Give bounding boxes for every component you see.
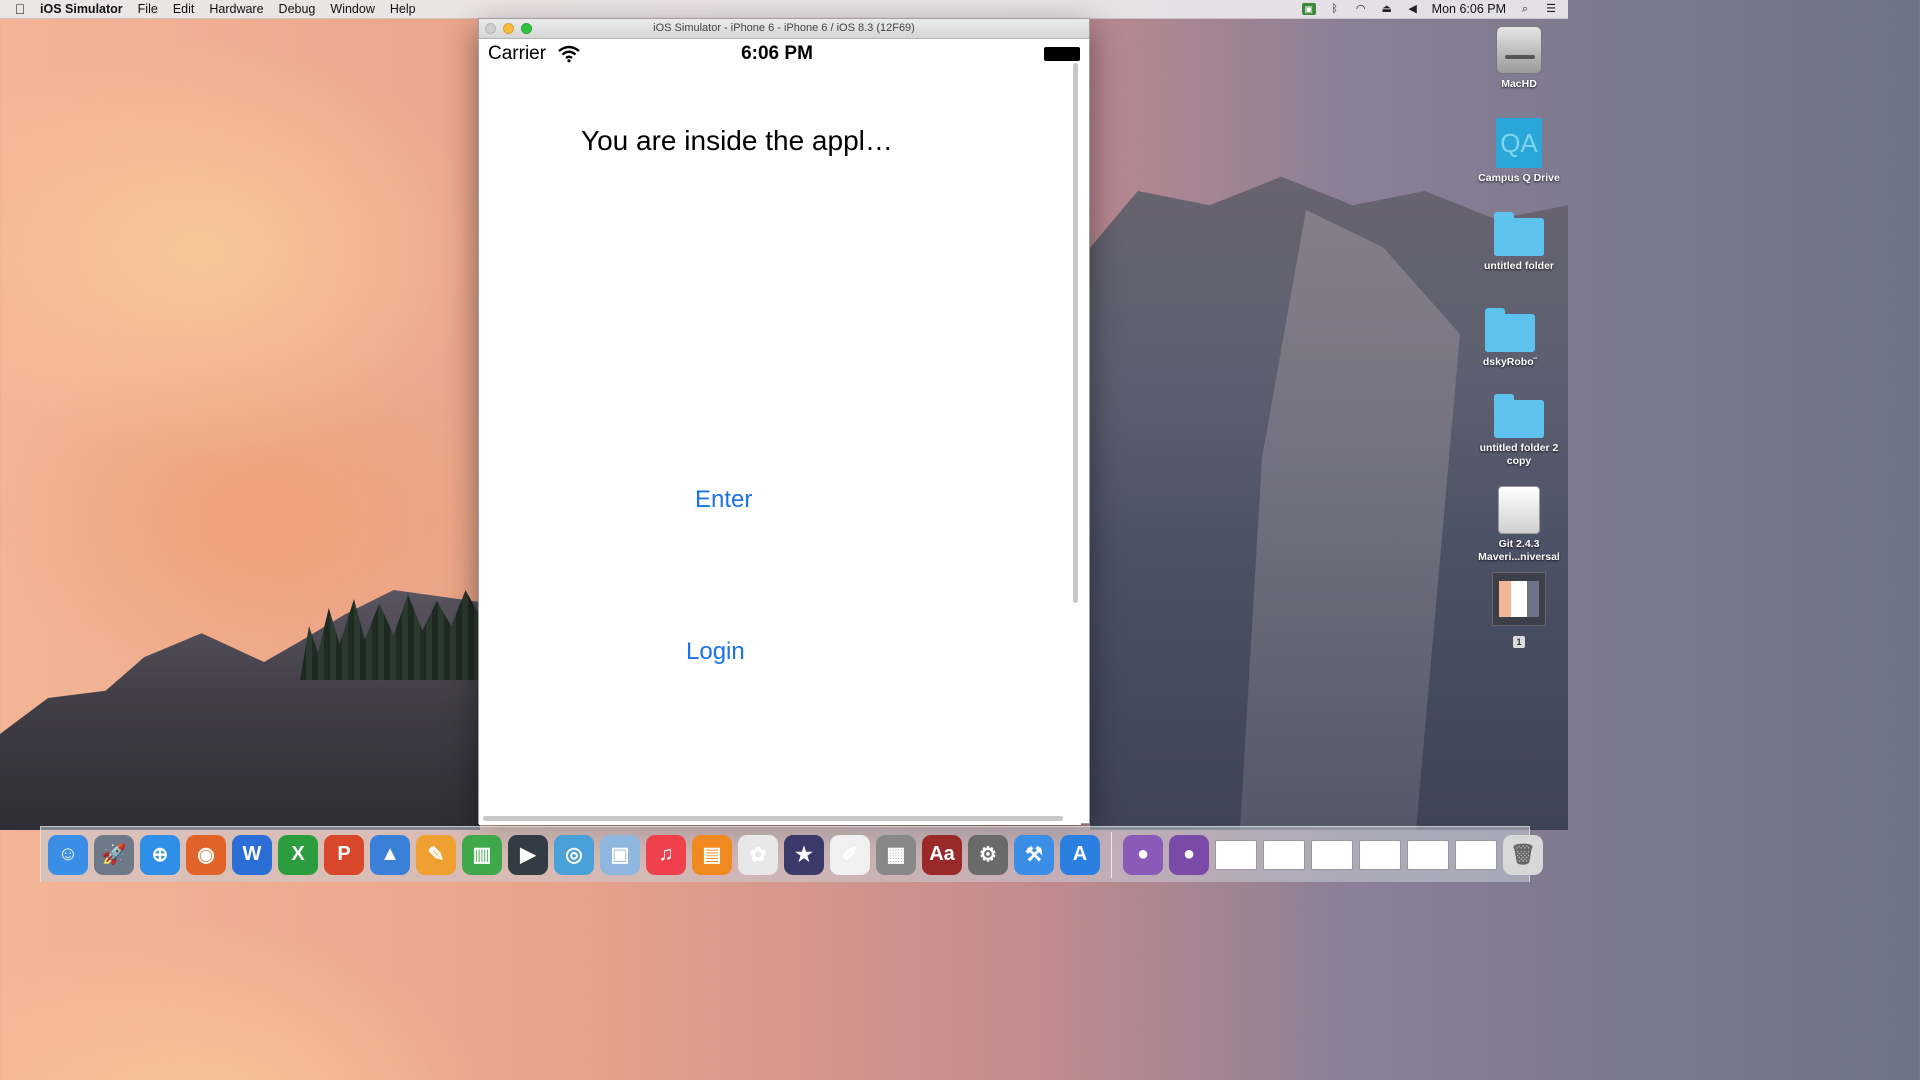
- itunes-icon[interactable]: ♫: [646, 834, 686, 875]
- menu-bar-clock[interactable]: Mon 6:06 PM: [1432, 2, 1506, 16]
- keynote-icon[interactable]: ▲: [370, 834, 410, 875]
- word-icon[interactable]: W: [232, 834, 272, 875]
- page-title: You are inside the appl…: [581, 125, 893, 156]
- xcode-icon[interactable]: ⚒: [1014, 834, 1054, 875]
- spotlight-search-icon[interactable]: ⌕: [1518, 3, 1532, 15]
- minimized-window-thumbnail[interactable]: [1455, 839, 1497, 870]
- menu-hardware[interactable]: Hardware: [209, 2, 263, 16]
- window-title: iOS Simulator - iPhone 6 - iPhone 6 / iO…: [653, 22, 915, 34]
- desktop-icon-git-installer[interactable]: Git 2.4.3 Maveri...niversal: [1471, 486, 1567, 564]
- window-controls: [485, 23, 532, 34]
- photos-icon[interactable]: ✿: [738, 834, 778, 875]
- hard-drive-icon: [1496, 26, 1542, 74]
- numbers-icon[interactable]: ▥: [462, 834, 502, 875]
- finder-icon[interactable]: ☺: [48, 834, 88, 875]
- minimized-window-thumbnail[interactable]: [1311, 839, 1353, 870]
- minimized-window-thumbnail[interactable]: [1263, 839, 1305, 870]
- folder-icon: [1485, 308, 1535, 352]
- excel-icon[interactable]: X: [278, 834, 318, 875]
- vertical-scrollbar[interactable]: [1073, 63, 1078, 603]
- menu-edit[interactable]: Edit: [173, 2, 195, 16]
- menu-bar:  iOS Simulator File Edit Hardware Debug…: [0, 0, 1568, 19]
- desktop-icon-label: dskyRobo˝: [1482, 356, 1538, 368]
- minimized-window-thumbnail[interactable]: [1215, 839, 1257, 870]
- disk-image-icon: [1498, 486, 1540, 534]
- launchpad-icon[interactable]: 🚀: [94, 834, 134, 875]
- folder-icon: [1494, 394, 1544, 438]
- simulator-window: iOS Simulator - iPhone 6 - iPhone 6 / iO…: [478, 18, 1090, 825]
- horizontal-scrollbar[interactable]: [483, 816, 1063, 821]
- ibooks-icon[interactable]: ▤: [692, 834, 732, 875]
- app-store-icon[interactable]: A: [1060, 834, 1100, 875]
- screenshot-thumbnail: [1492, 572, 1546, 626]
- folder-icon: [1494, 212, 1544, 256]
- desktop-icon-label: untitled folder 2 copy: [1479, 442, 1559, 467]
- desktop-icon-dskyrobo[interactable]: dskyRobo˝: [1462, 306, 1558, 369]
- window-title-bar[interactable]: iOS Simulator - iPhone 6 - iPhone 6 / iO…: [479, 19, 1089, 39]
- minimized-window-thumbnail[interactable]: [1359, 839, 1401, 870]
- textedit-icon[interactable]: ✐: [830, 834, 870, 875]
- apple-menu-icon[interactable]: : [0, 1, 40, 17]
- menu-file[interactable]: File: [138, 2, 158, 16]
- volume-icon[interactable]: ◀: [1406, 3, 1420, 15]
- network-icon[interactable]: ◎: [554, 834, 594, 875]
- system-preferences-icon[interactable]: ⚙: [968, 834, 1008, 875]
- desktop-icon-untitled-folder-2-copy[interactable]: untitled folder 2 copy: [1471, 392, 1567, 468]
- notification-center-icon[interactable]: ☰: [1544, 3, 1558, 15]
- battery-icon: [1044, 47, 1080, 61]
- pages-icon[interactable]: ✎: [416, 834, 456, 875]
- github-desktop-icon[interactable]: ●: [1169, 834, 1209, 875]
- bluetooth-icon[interactable]: ᛒ: [1328, 3, 1342, 15]
- dock-separator: [1111, 831, 1112, 878]
- menu-window[interactable]: Window: [330, 2, 374, 16]
- desktop-icon-screenshot[interactable]: 1: [1471, 572, 1567, 649]
- imovie-icon[interactable]: ▶: [508, 834, 548, 875]
- eject-icon[interactable]: ⏏: [1380, 3, 1394, 15]
- virtualbox-icon[interactable]: ▣: [600, 834, 640, 875]
- imovie-star-icon[interactable]: ★: [784, 834, 824, 875]
- dock: ☺ 🚀 ⊕ ◉ W X P ▲ ✎ ▥ ▶ ◎ ▣ ♫ ▤ ✿ ★ ✐ ▦ Aa ⚙ ⚒ A ● ● 🗑: [40, 826, 1543, 882]
- qa-icon: QA: [1496, 118, 1542, 168]
- desktop-icon-label: Campus Q Drive: [1478, 172, 1560, 184]
- desktop-icon-campus-q-drive[interactable]: QA Campus Q Drive: [1471, 118, 1567, 185]
- github-icon[interactable]: ●: [1123, 834, 1163, 875]
- status-bar-time: 6:06 PM: [741, 43, 813, 64]
- minimized-window-thumbnail[interactable]: [1407, 839, 1449, 870]
- desktop-icon-label: untitled folder: [1484, 260, 1554, 272]
- trash-icon[interactable]: 🗑: [1503, 834, 1543, 875]
- app-menu[interactable]: iOS Simulator: [40, 2, 123, 16]
- desktop-icon-label: Git 2.4.3 Maveri...niversal: [1478, 538, 1560, 563]
- close-window-button[interactable]: [485, 23, 496, 34]
- desktop-icon-label: 1: [1513, 636, 1525, 648]
- iphone-screen: Carrier 6:06 PM You are inside the appl……: [479, 39, 1081, 825]
- menu-extra-icon[interactable]: ▣: [1301, 3, 1316, 15]
- login-button[interactable]: Login: [686, 638, 745, 666]
- dictionary-icon[interactable]: Aa: [922, 834, 962, 875]
- desktop-icon-machd[interactable]: MacHD: [1471, 26, 1567, 91]
- firefox-icon[interactable]: ◉: [186, 834, 226, 875]
- calculator-icon[interactable]: ▦: [876, 834, 916, 875]
- powerpoint-icon[interactable]: P: [324, 834, 364, 875]
- zoom-window-button[interactable]: [521, 23, 532, 34]
- desktop-icon-label: MacHD: [1501, 78, 1537, 90]
- safari-icon[interactable]: ⊕: [140, 834, 180, 875]
- enter-button[interactable]: Enter: [695, 486, 752, 514]
- menu-help[interactable]: Help: [390, 2, 416, 16]
- menu-bar-status-area: ▣ ᛒ ◠ ⏏ ◀ Mon 6:06 PM ⌕ ☰: [1301, 2, 1568, 16]
- minimize-window-button[interactable]: [503, 23, 514, 34]
- desktop-icon-untitled-folder[interactable]: untitled folder: [1471, 210, 1567, 273]
- menu-debug[interactable]: Debug: [279, 2, 316, 16]
- wifi-status-icon[interactable]: ◠: [1354, 3, 1368, 15]
